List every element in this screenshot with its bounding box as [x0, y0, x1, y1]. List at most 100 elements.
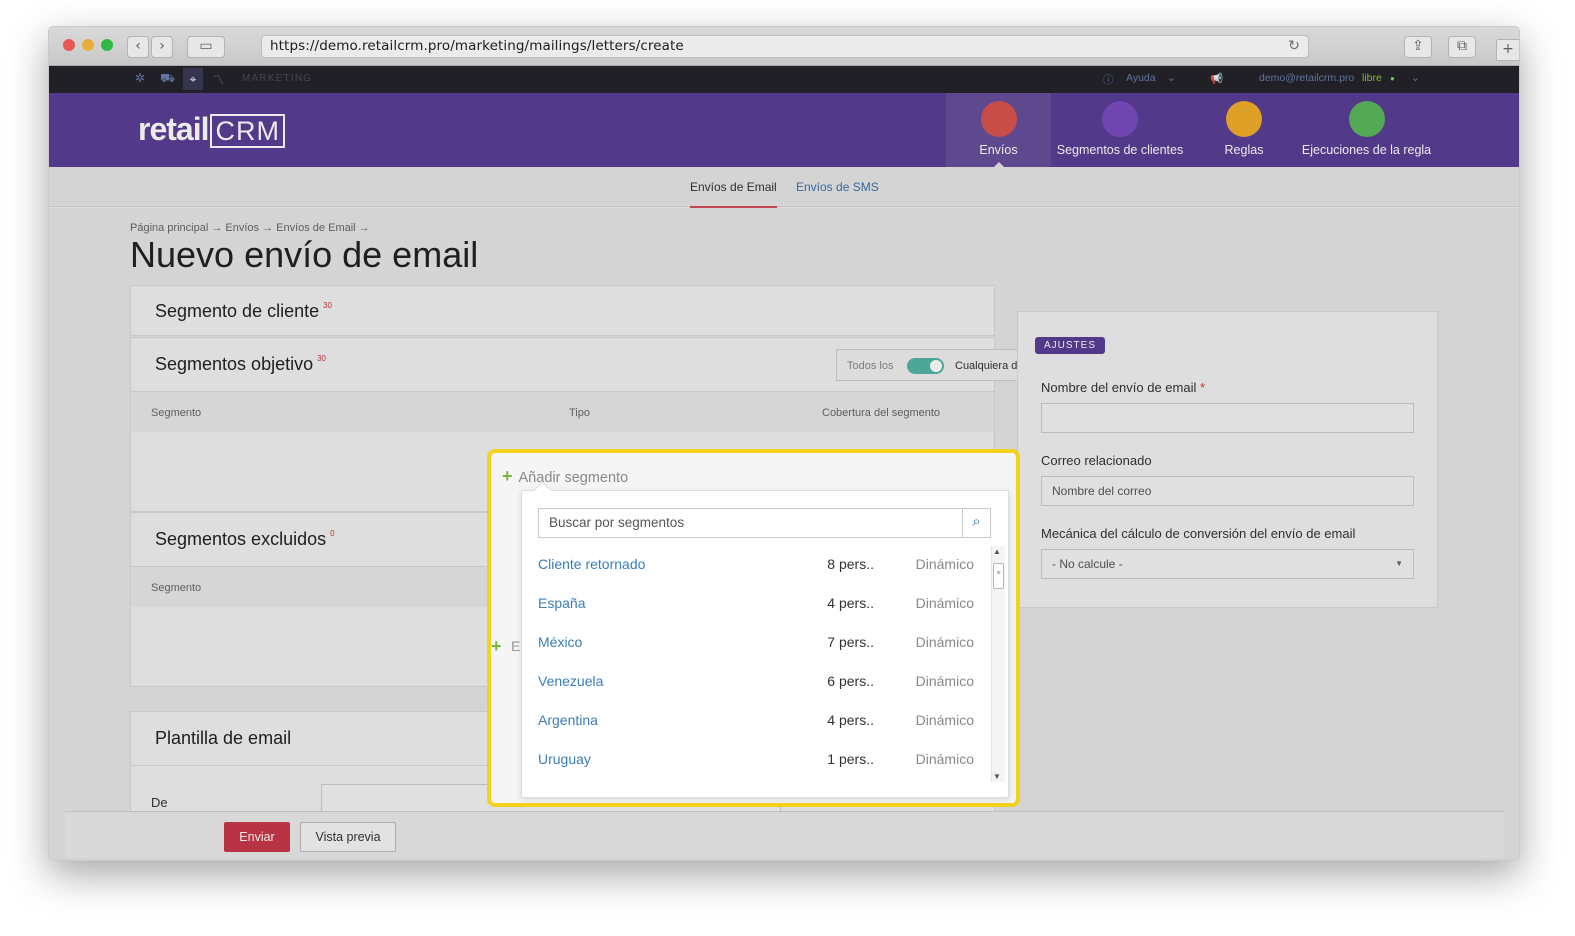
nav-envios[interactable]: Envíos: [946, 93, 1051, 167]
logo[interactable]: retail CRM: [138, 111, 285, 148]
segment-count: 6 pers..: [827, 673, 874, 689]
nav-label: Reglas: [1224, 143, 1264, 157]
segment-name[interactable]: España: [538, 595, 585, 611]
zoom-window-button[interactable]: [101, 39, 113, 51]
preview-button[interactable]: Vista previa: [300, 822, 396, 852]
nav-label: Ejecuciones de la regla: [1301, 143, 1432, 157]
nav-ejecuciones[interactable]: Ejecuciones de la regla: [1299, 93, 1434, 167]
name-label-text: Nombre del envío de email: [1041, 380, 1197, 395]
browser-toolbar: ‹ › ▭ https://demo.retailcrm.pro/marketi…: [49, 27, 1519, 66]
tab-sms[interactable]: Envíos de SMS: [796, 180, 879, 194]
list-scrollbar[interactable]: ▲ ≡ ▼: [991, 546, 1005, 782]
mechanic-select[interactable]: - No calcule - ▼: [1041, 549, 1414, 579]
mail-label: Correo relacionado: [1041, 453, 1152, 468]
nav-label: Envíos: [979, 143, 1018, 157]
add-excluded-link[interactable]: E: [511, 638, 520, 654]
rules-icon: [1226, 101, 1262, 137]
settings-badge: AJUSTES: [1035, 337, 1106, 354]
settings-icon[interactable]: ✲: [135, 71, 145, 85]
search-icon[interactable]: ⌕: [962, 508, 991, 538]
scroll-down-icon[interactable]: ▼: [993, 772, 1001, 781]
target-title-text: Segmentos objetivo: [155, 354, 314, 374]
minimize-window-button[interactable]: [82, 39, 94, 51]
segment-card-title: Segmento de cliente 30: [155, 301, 332, 322]
plus-icon: +: [502, 466, 513, 486]
template-card-title: Plantilla de email: [155, 728, 292, 748]
analytics-icon[interactable]: 〽: [212, 71, 224, 88]
nav-reglas[interactable]: Reglas: [1199, 93, 1289, 167]
settings-panel: AJUSTES Nombre del envío de email * Corr…: [1017, 311, 1438, 608]
segment-name[interactable]: Venezuela: [538, 673, 603, 689]
play-icon: [1348, 101, 1385, 137]
list-item[interactable]: Cliente retornado 8 pers.. Dinámico: [538, 556, 978, 576]
segment-count: 8 pers..: [827, 556, 874, 572]
breadcrumb[interactable]: Página principal → Envíos → Envíos de Em…: [130, 222, 370, 234]
segment-search-input[interactable]: Buscar por segmentos: [538, 508, 963, 538]
user-email[interactable]: demo@retailcrm.pro: [1259, 72, 1354, 84]
help-link[interactable]: Ayuda: [1126, 72, 1156, 84]
mail-icon: [980, 101, 1017, 137]
send-button[interactable]: Enviar: [224, 822, 290, 852]
crm-header: retail CRM Envíos Segmentos de clientes R…: [49, 93, 1519, 167]
list-item[interactable]: Uruguay 1 pers.. Dinámico: [538, 751, 978, 771]
segment-type: Dinámico: [915, 595, 974, 611]
close-window-button[interactable]: [63, 39, 75, 51]
nav-segmentos[interactable]: Segmentos de clientes: [1054, 93, 1186, 167]
segment-name[interactable]: México: [538, 634, 582, 650]
segment-type: Dinámico: [915, 556, 974, 572]
megaphone-icon[interactable]: 📢: [1210, 72, 1223, 85]
toggle-left-label: Todos los: [847, 360, 894, 372]
excluded-title-text: Segmentos excluidos: [155, 529, 327, 549]
name-label: Nombre del envío de email *: [1041, 380, 1205, 395]
forward-icon[interactable]: ›: [151, 36, 173, 58]
chevron-down-icon[interactable]: ⌄: [1167, 72, 1176, 84]
cart-icon[interactable]: ⛟: [160, 71, 175, 87]
target-segments-card: Segmentos objetivo 30 Todos los Cualquier…: [130, 337, 1052, 433]
reload-icon[interactable]: ↻: [1288, 36, 1300, 57]
target-table-header: Segmento Tipo Cobertura del segmento: [131, 391, 994, 433]
mail-select[interactable]: Nombre del correo: [1041, 476, 1414, 506]
col-segment-excluded: Segmento: [151, 582, 202, 594]
excluded-count: 0: [330, 529, 335, 538]
segment-type: Dinámico: [915, 634, 974, 650]
back-icon[interactable]: ‹: [127, 36, 149, 58]
segment-name[interactable]: Uruguay: [538, 751, 591, 767]
tab-email[interactable]: Envíos de Email: [690, 180, 777, 208]
page-title: Nuevo envío de email: [130, 234, 479, 275]
tabs-icon[interactable]: ⧉: [1448, 36, 1476, 58]
toggle-switch[interactable]: [907, 358, 944, 374]
list-item[interactable]: México 7 pers.. Dinámico: [538, 634, 978, 654]
logo-brand: CRM: [210, 114, 285, 148]
help-icon[interactable]: ⓘ: [1103, 72, 1114, 87]
address-bar[interactable]: https://demo.retailcrm.pro/marketing/mai…: [261, 35, 1309, 58]
from-label: De: [151, 795, 168, 810]
mailing-name-input[interactable]: [1041, 403, 1414, 433]
excluded-card-title: Segmentos excluidos 0: [155, 529, 335, 550]
segment-count: 4 pers..: [827, 595, 874, 611]
dropdown-caret-icon: ▼: [1395, 559, 1403, 568]
sidebar-toggle-icon[interactable]: ▭: [187, 36, 225, 58]
new-tab-icon[interactable]: +: [1496, 39, 1519, 61]
segment-count: 7 pers..: [827, 634, 874, 650]
list-item[interactable]: España 4 pers.. Dinámico: [538, 595, 978, 615]
segment-dropdown: Buscar por segmentos ⌕ Cliente retornado…: [521, 490, 1009, 798]
segment-type: Dinámico: [915, 712, 974, 728]
segment-name[interactable]: Cliente retornado: [538, 556, 645, 572]
segment-count: 4 pers..: [827, 712, 874, 728]
list-item[interactable]: Venezuela 6 pers.. Dinámico: [538, 673, 978, 693]
marketing-icon[interactable]: ⌖: [183, 68, 203, 90]
target-count: 30: [317, 354, 327, 363]
segment-count: 1 pers..: [827, 751, 874, 767]
segment-name[interactable]: Argentina: [538, 712, 598, 728]
plus-icon: +: [491, 636, 502, 656]
action-footer: Enviar Vista previa: [65, 811, 1504, 858]
scroll-thumb[interactable]: ≡: [993, 563, 1004, 589]
list-item[interactable]: Argentina 4 pers.. Dinámico: [538, 712, 978, 732]
scroll-up-icon[interactable]: ▲: [993, 547, 1001, 556]
required-mark: *: [1199, 380, 1206, 395]
mechanic-label: Mecánica del cálculo de conversión del e…: [1041, 526, 1356, 541]
user-menu-chevron-icon[interactable]: ⌄: [1411, 72, 1420, 84]
segment-type: Dinámico: [915, 751, 974, 767]
add-segment-link[interactable]: + Añadir segmento: [502, 466, 628, 487]
share-icon[interactable]: ⇪: [1404, 36, 1432, 58]
